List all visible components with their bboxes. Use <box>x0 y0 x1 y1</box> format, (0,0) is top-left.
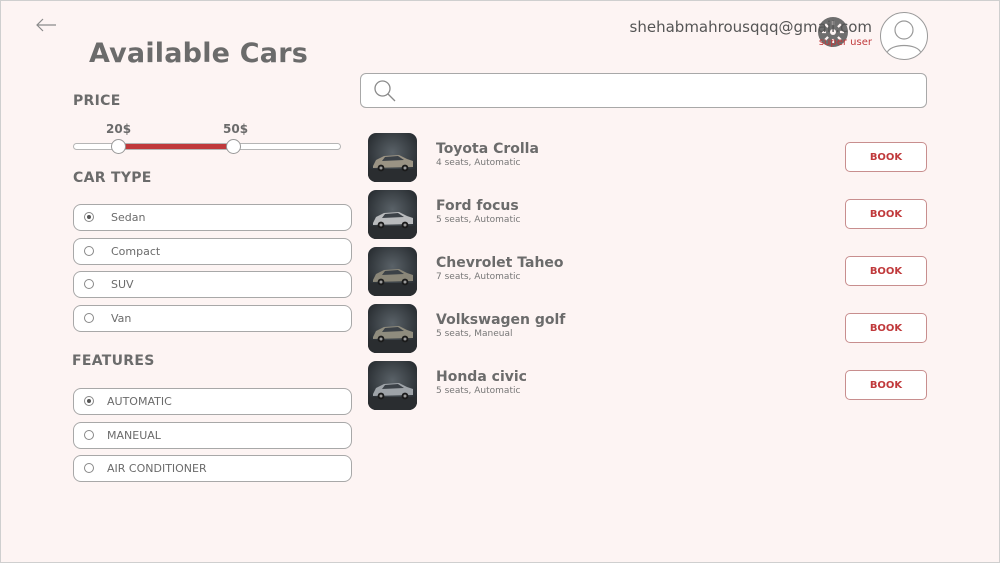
car-list-item: Honda civic 5 seats, Automatic BOOK <box>368 361 928 411</box>
car-name: Volkswagen golf <box>436 312 566 328</box>
features-section-title: FEATURES <box>72 353 155 369</box>
car-name: Ford focus <box>436 198 519 214</box>
radio-button[interactable] <box>84 279 94 290</box>
price-max-label: 50$ <box>223 122 249 136</box>
user-avatar-icon <box>886 20 922 54</box>
car-image <box>368 133 417 182</box>
radio-button[interactable] <box>84 463 94 474</box>
car-type-option[interactable]: Van <box>73 305 352 333</box>
car-list-item: Volkswagen golf 5 seats, Maneual BOOK <box>368 304 928 354</box>
feature-option[interactable]: AUTOMATIC <box>73 388 352 415</box>
radio-button[interactable] <box>84 313 94 324</box>
car-details: 7 seats, Automatic <box>436 272 521 282</box>
car-image <box>368 304 417 353</box>
car-details: 5 seats, Automatic <box>436 215 521 225</box>
price-section-title: PRICE <box>73 93 121 109</box>
user-panel: shehabmahrousqqq@gmail.com super user <box>600 12 1000 62</box>
price-max-handle[interactable] <box>226 139 241 154</box>
price-min-handle[interactable] <box>111 139 126 154</box>
car-type-option[interactable]: Sedan <box>73 204 352 231</box>
search-icon <box>374 80 396 102</box>
page-title: Available Cars <box>89 38 308 69</box>
car-name: Honda civic <box>436 369 527 385</box>
radio-button[interactable] <box>84 245 94 256</box>
book-button[interactable]: BOOK <box>845 256 927 286</box>
feature-option-label: AIR CONDITIONER <box>107 462 207 476</box>
car-details: 5 seats, Automatic <box>436 386 521 396</box>
car-details: 5 seats, Maneual <box>436 329 513 339</box>
car-type-option[interactable]: Compact <box>73 237 352 265</box>
car-image <box>368 247 417 296</box>
car-type-option-label: Van <box>111 312 132 326</box>
radio-button[interactable] <box>84 429 94 440</box>
book-button[interactable]: BOOK <box>845 199 927 229</box>
car-type-option-label: Sedan <box>111 211 146 224</box>
user-email: shehabmahrousqqq@gmail.com <box>629 18 872 36</box>
search-input[interactable] <box>405 79 909 103</box>
car-image <box>368 190 417 239</box>
car-type-section-title: CAR TYPE <box>73 170 152 186</box>
car-list-item: Ford focus 5 seats, Automatic BOOK <box>368 190 928 240</box>
search-box <box>360 73 927 108</box>
feature-option[interactable]: MANEUAL <box>73 421 352 449</box>
car-type-option[interactable]: SUV <box>73 271 352 299</box>
car-image <box>368 361 417 410</box>
car-details: 4 seats, Automatic <box>436 158 521 168</box>
back-button[interactable] <box>34 14 60 36</box>
car-type-option-label: SUV <box>111 278 134 292</box>
car-name: Chevrolet Taheo <box>436 255 564 271</box>
car-list-item: Toyota Crolla 4 seats, Automatic BOOK <box>368 133 928 183</box>
arrow-left-icon <box>36 18 56 32</box>
user-role: super user <box>818 37 872 48</box>
book-button[interactable]: BOOK <box>845 142 927 172</box>
feature-option-label: MANEUAL <box>107 428 161 442</box>
radio-button[interactable] <box>84 212 94 222</box>
car-list-item: Chevrolet Taheo 7 seats, Automatic BOOK <box>368 247 928 297</box>
feature-option[interactable]: AIR CONDITIONER <box>73 455 352 483</box>
car-type-option-label: Compact <box>111 244 161 258</box>
radio-button[interactable] <box>84 396 94 406</box>
book-button[interactable]: BOOK <box>845 370 927 400</box>
avatar-button[interactable] <box>880 12 928 60</box>
price-slider-range <box>118 144 233 149</box>
book-button[interactable]: BOOK <box>845 313 927 343</box>
price-min-label: 20$ <box>106 122 132 136</box>
car-name: Toyota Crolla <box>436 141 539 157</box>
feature-option-label: AUTOMATIC <box>107 395 172 408</box>
